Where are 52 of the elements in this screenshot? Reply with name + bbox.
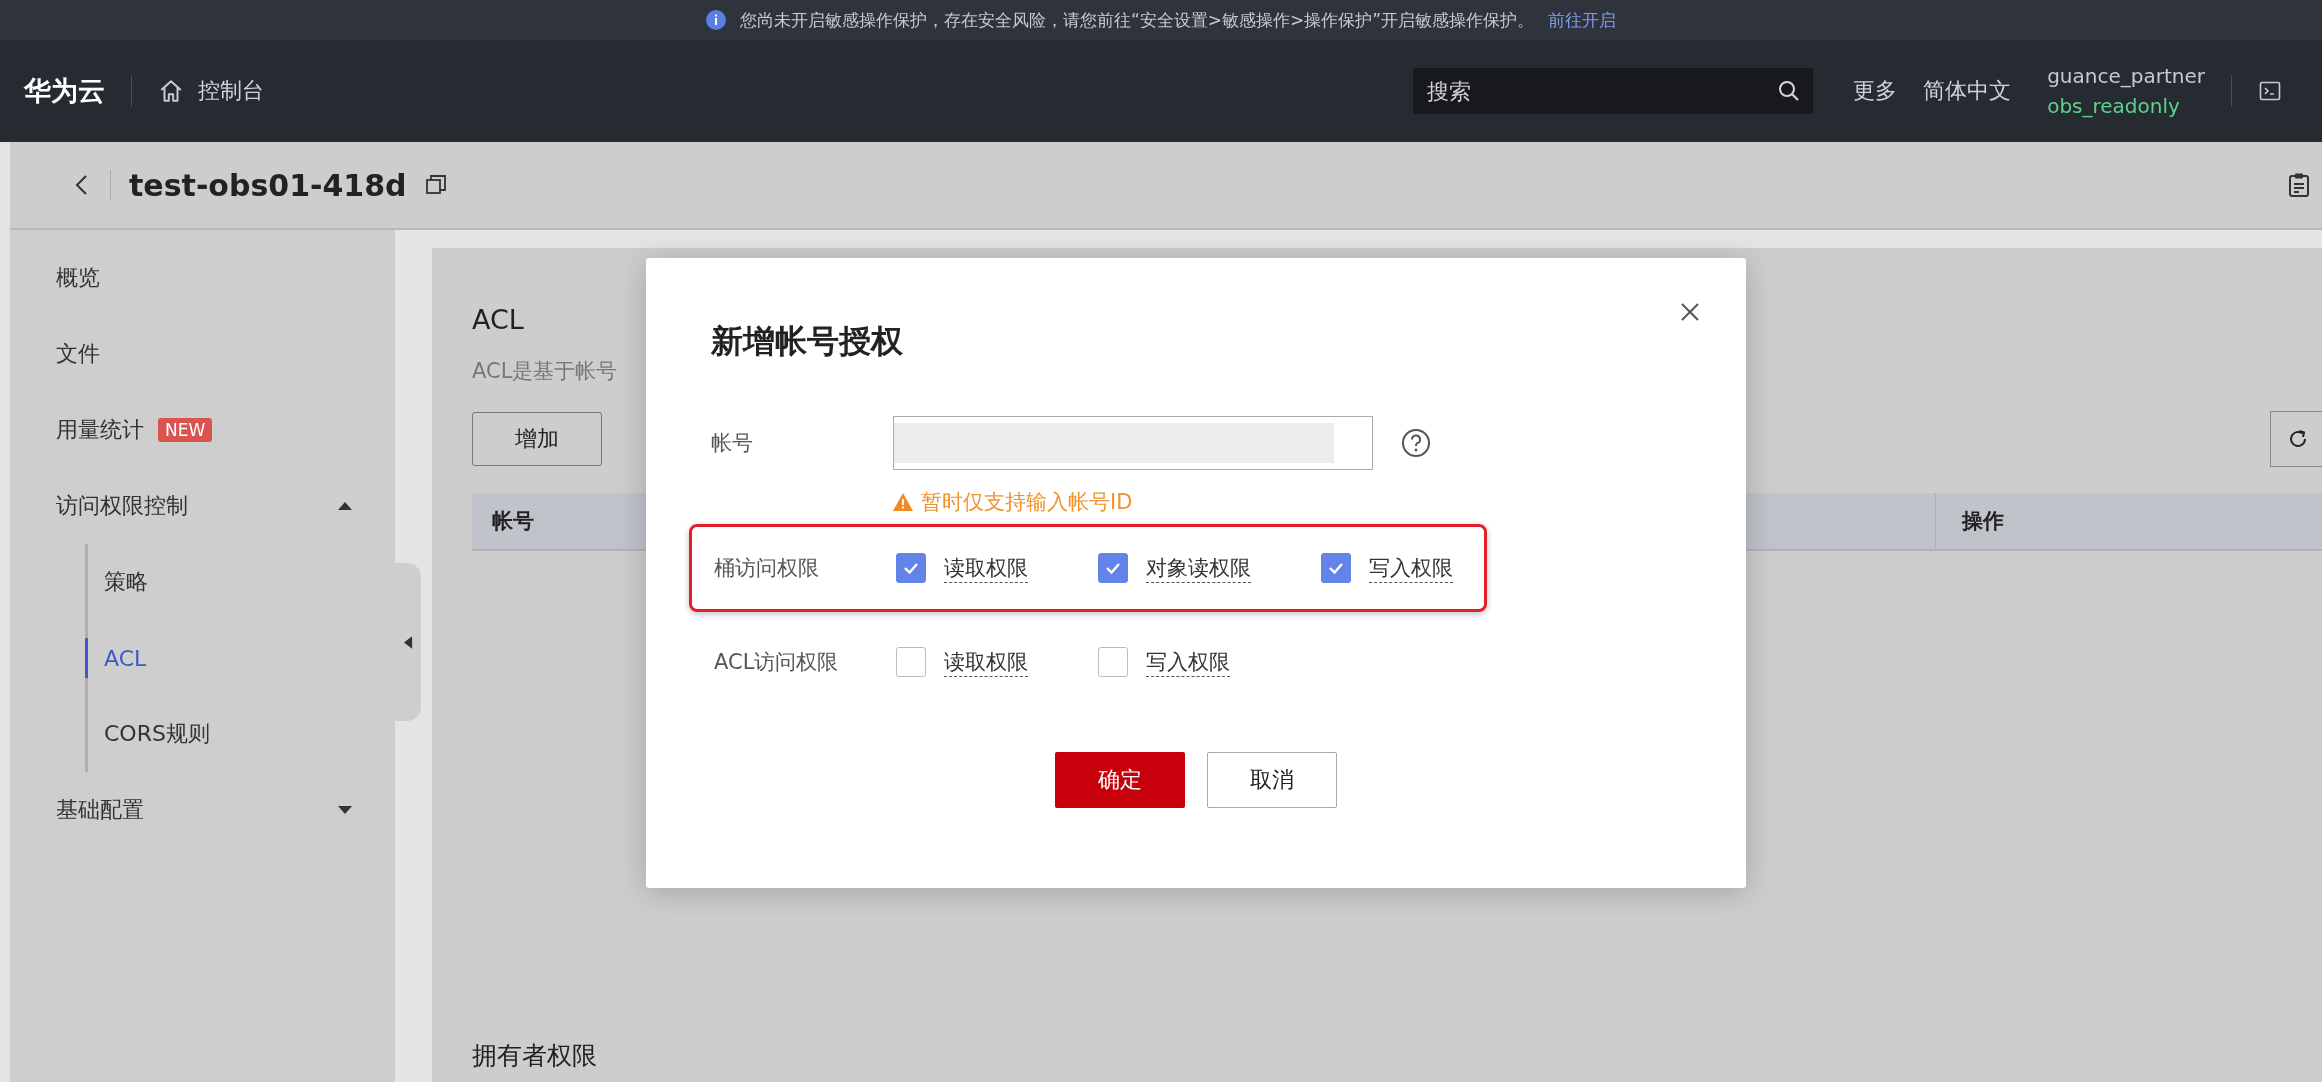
copy-icon[interactable] [424, 174, 447, 196]
checkbox-label[interactable]: 对象读权限 [1146, 553, 1251, 583]
help-icon[interactable] [1401, 428, 1431, 458]
bucket-name: test-obs01-418d [129, 167, 407, 203]
section-description: ACL是基于帐号 [472, 358, 618, 385]
field-label: 帐号 [711, 430, 754, 457]
info-icon [705, 10, 726, 30]
confirm-button[interactable]: 确定 [1055, 752, 1185, 808]
home-icon[interactable] [158, 78, 184, 104]
sidebar-item[interactable]: 文件 [10, 316, 395, 392]
user-role[interactable]: obs_readonly [2047, 91, 2205, 121]
banner-link[interactable]: 前往开启 [1548, 8, 1617, 32]
checkbox[interactable] [1321, 553, 1351, 583]
checkbox[interactable] [1098, 553, 1128, 583]
sidebar-item[interactable]: 概览 [10, 240, 395, 316]
sidebar-subitem[interactable]: CORS规则 [85, 696, 395, 772]
warning-icon [893, 493, 913, 511]
checkbox[interactable] [896, 647, 926, 677]
section-title: 拥有者权限 [472, 1040, 597, 1072]
checkbox-label[interactable]: 读取权限 [944, 553, 1028, 583]
close-icon[interactable] [1680, 302, 1700, 322]
clipboard-icon[interactable] [2288, 172, 2310, 198]
checkbox-label[interactable]: 读取权限 [944, 647, 1028, 677]
search-field[interactable]: 搜索 [1413, 68, 1814, 114]
sidebar-item[interactable]: 访问权限控制 [10, 468, 395, 544]
cancel-button[interactable]: 取消 [1207, 752, 1337, 808]
console-link[interactable]: 控制台 [198, 76, 264, 106]
field-label: ACL访问权限 [714, 649, 840, 676]
column-header: 操作 [1935, 493, 2322, 549]
language-menu[interactable]: 简体中文 [1923, 76, 2012, 106]
new-badge: NEW [158, 418, 213, 442]
dialog-title: 新增帐号授权 [711, 321, 904, 362]
user-name[interactable]: guance_partner [2047, 61, 2205, 91]
column-header: 帐号 [491, 508, 534, 535]
banner-message: 您尚未开启敏感操作保护，存在安全风险，请您前往“安全设置>敏感操作>操作保护”开启敏感操作保护。 [739, 8, 1535, 32]
sidebar-subitem[interactable]: 策略 [85, 544, 395, 620]
account-field[interactable] [893, 416, 1373, 470]
collapse-handle[interactable] [395, 563, 421, 721]
logo[interactable]: 华为云 [24, 73, 105, 109]
refresh-button[interactable] [2270, 411, 2322, 467]
field-label: 桶访问权限 [714, 555, 820, 582]
checkbox[interactable] [896, 553, 926, 583]
more-menu[interactable]: 更多 [1853, 76, 1898, 106]
sidebar-item[interactable]: 基础配置 [10, 772, 395, 848]
terminal-icon[interactable] [2258, 79, 2282, 103]
section-title: ACL [472, 304, 524, 335]
checkbox[interactable] [1098, 647, 1128, 677]
hint-text: 暂时仅支持输入帐号ID [921, 489, 1133, 516]
sidebar-item[interactable]: 用量统计 NEW [10, 392, 395, 468]
checkbox-label[interactable]: 写入权限 [1369, 553, 1453, 583]
add-button[interactable]: 增加 [472, 412, 602, 466]
checkbox-label[interactable]: 写入权限 [1146, 647, 1230, 677]
